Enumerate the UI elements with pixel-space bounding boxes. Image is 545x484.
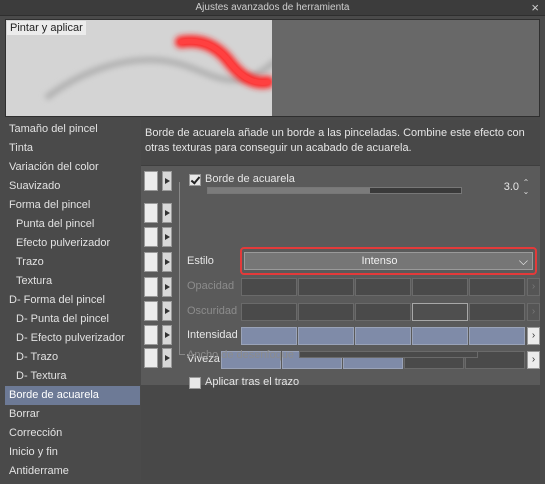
intensity-segment[interactable]	[298, 327, 354, 345]
intensity-segment[interactable]	[241, 327, 297, 345]
expand-arrow-icon[interactable]	[162, 227, 172, 247]
watercolor-edge-label: Borde de acuarela	[205, 173, 295, 185]
show-in-tool-property-button[interactable]	[144, 171, 158, 191]
show-in-tool-property-button[interactable]	[144, 301, 158, 321]
sidebar-item-efecto-pulverizador[interactable]: Efecto pulverizador	[5, 234, 140, 253]
watercolor-edge-value: 3.0	[503, 181, 519, 193]
watercolor-edge-slider[interactable]	[207, 187, 462, 194]
sidebar-item-borrar[interactable]: Borrar	[5, 405, 140, 424]
expand-arrow-icon[interactable]	[162, 277, 172, 297]
show-in-tool-property-button[interactable]	[144, 277, 158, 297]
tree-line	[179, 182, 180, 354]
preview-label: Pintar y aplicar	[7, 21, 86, 35]
sidebar-item-d-punta-pincel[interactable]: D- Punta del pincel	[5, 310, 140, 329]
style-label: Estilo	[187, 255, 214, 267]
close-icon[interactable]: ×	[531, 0, 539, 15]
sidebar-item-variacion-color[interactable]: Variación del color	[5, 158, 140, 177]
style-value: Intenso	[361, 255, 398, 267]
expand-arrow-icon[interactable]	[162, 348, 172, 368]
sidebar-item-borde-acuarela[interactable]: Borde de acuarela	[5, 386, 140, 405]
settings-content: Borde de acuarela añade un borde a las p…	[141, 120, 540, 480]
expand-arrow-icon[interactable]	[162, 203, 172, 223]
brush-preview: Pintar y aplicar	[5, 19, 540, 117]
watercolor-edge-checkbox[interactable]	[189, 174, 201, 186]
opacity-segment[interactable]	[355, 278, 411, 296]
sidebar-item-inicio-fin[interactable]: Inicio y fin	[5, 443, 140, 462]
blur-width-label: Ancho de desenfoque	[187, 349, 295, 361]
intensity-segment[interactable]	[412, 327, 468, 345]
darkness-segment[interactable]	[412, 303, 468, 321]
chevron-down-icon: ⌵	[518, 254, 528, 268]
category-list: Tamaño del pincel Tinta Variación del co…	[5, 120, 140, 480]
darkness-arrow-icon[interactable]: ›	[527, 303, 540, 321]
sidebar-item-d-textura[interactable]: D- Textura	[5, 367, 140, 386]
sidebar-item-d-forma-pincel[interactable]: D- Forma del pincel	[5, 291, 140, 310]
opacity-segment[interactable]	[469, 278, 525, 296]
opacity-segment[interactable]	[298, 278, 354, 296]
sidebar-item-punta-pincel[interactable]: Punta del pincel	[5, 215, 140, 234]
show-in-tool-property-button[interactable]	[144, 348, 158, 368]
sidebar-item-tamano-pincel[interactable]: Tamaño del pincel	[5, 120, 140, 139]
intensity-label: Intensidad	[187, 329, 238, 341]
opacity-segment[interactable]	[241, 278, 297, 296]
intensity-segment[interactable]	[469, 327, 525, 345]
window-title: Ajustes avanzados de herramienta	[195, 2, 350, 13]
sidebar-item-textura[interactable]: Textura	[5, 272, 140, 291]
tree-line-end	[179, 354, 185, 355]
sidebar-item-correccion[interactable]: Corrección	[5, 424, 140, 443]
sidebar-item-forma-pincel[interactable]: Forma del pincel	[5, 196, 140, 215]
category-description: Borde de acuarela añade un borde a las p…	[145, 127, 525, 154]
watercolor-edge-spinner[interactable]: 3.0 ⌃ ⌄	[471, 178, 531, 196]
sidebar-item-antiderrame[interactable]: Antiderrame	[5, 462, 140, 481]
intensity-segment[interactable]	[355, 327, 411, 345]
apply-after-stroke-checkbox[interactable]	[189, 377, 201, 389]
vividness-arrow-icon[interactable]: ›	[527, 351, 540, 369]
spin-arrows-icon[interactable]: ⌃ ⌄	[521, 178, 531, 196]
show-in-tool-property-button[interactable]	[144, 203, 158, 223]
sidebar-item-suavizado[interactable]: Suavizado	[5, 177, 140, 196]
apply-after-stroke-label: Aplicar tras el trazo	[205, 376, 300, 388]
watercolor-edge-slider-fill	[208, 188, 370, 193]
blur-width-slider[interactable]	[299, 351, 478, 358]
sidebar-item-trazo[interactable]: Trazo	[5, 253, 140, 272]
expand-arrow-icon[interactable]	[162, 325, 172, 345]
expand-arrow-icon[interactable]	[162, 171, 172, 191]
intensity-arrow-icon[interactable]: ›	[527, 327, 540, 345]
darkness-segment[interactable]	[241, 303, 297, 321]
sidebar-item-d-efecto-pulverizador[interactable]: D- Efecto pulverizador	[5, 329, 140, 348]
show-in-tool-property-button[interactable]	[144, 325, 158, 345]
sidebar-item-tinta[interactable]: Tinta	[5, 139, 140, 158]
darkness-segment[interactable]	[355, 303, 411, 321]
title-bar: Ajustes avanzados de herramienta ×	[0, 0, 545, 16]
style-dropdown[interactable]: Intenso ⌵	[244, 252, 533, 270]
opacity-segment[interactable]	[412, 278, 468, 296]
sidebar-item-d-trazo[interactable]: D- Trazo	[5, 348, 140, 367]
opacity-arrow-icon[interactable]: ›	[527, 278, 540, 296]
show-in-tool-property-button[interactable]	[144, 252, 158, 272]
expand-arrow-icon[interactable]	[162, 252, 172, 272]
opacity-label: Opacidad	[187, 280, 235, 292]
darkness-segment[interactable]	[298, 303, 354, 321]
darkness-label: Oscuridad	[187, 305, 238, 317]
expand-arrow-icon[interactable]	[162, 301, 172, 321]
show-in-tool-property-button[interactable]	[144, 227, 158, 247]
darkness-segment[interactable]	[469, 303, 525, 321]
